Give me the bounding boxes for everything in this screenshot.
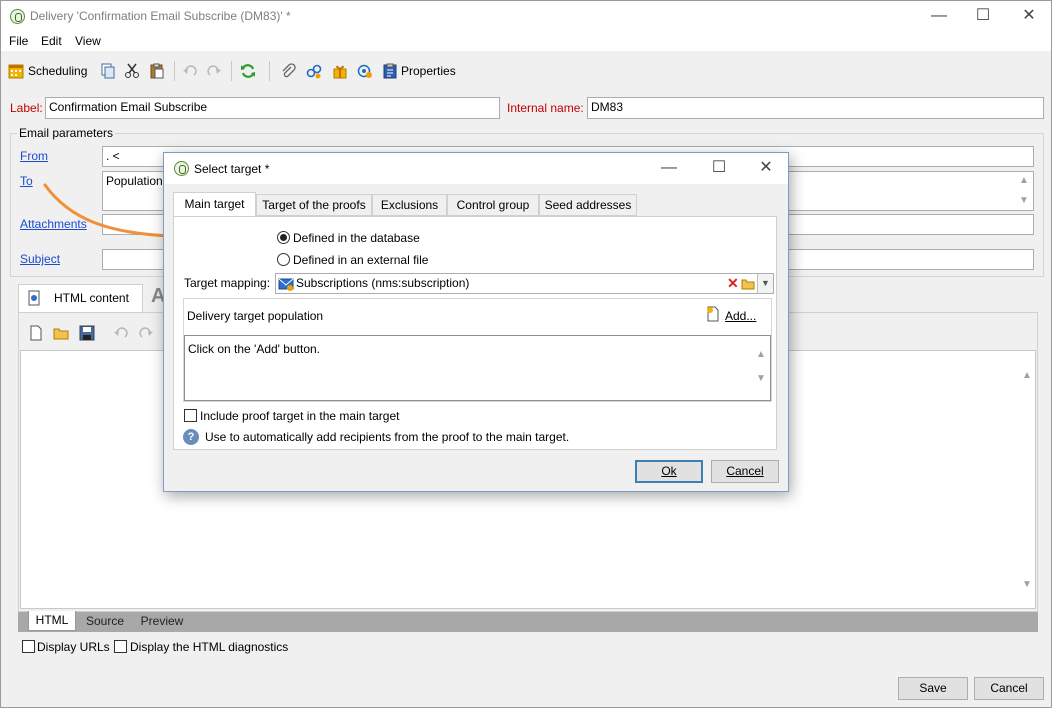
radio-defined-in-database[interactable] [277,231,290,244]
close-button[interactable]: ✕ [1014,5,1044,27]
internal-name-input[interactable]: DM83 [587,97,1044,119]
info-text: Use to automatically add recipients from… [205,430,570,444]
tab-source[interactable]: Source [79,614,131,628]
tab-html[interactable]: HTML [28,611,76,631]
tab-html-content-label: HTML content [54,291,129,305]
population-title: Delivery target population [187,309,324,323]
editor-redo-icon[interactable] [138,325,154,341]
display-html-diag-checkbox[interactable] [114,640,127,653]
menu-file[interactable]: File [9,34,28,48]
delivery-target-population-group: Delivery target population Add... Click … [183,298,772,402]
population-list[interactable]: Click on the 'Add' button. ▲ ▼ [184,335,771,401]
toolbar-separator [231,61,232,81]
title-bar: Delivery 'Confirmation Email Subscribe (… [1,1,1051,32]
target-mapping-combobox[interactable]: Subscriptions (nms:subscription) ✕ ▼ [275,273,774,294]
link-icon[interactable] [306,63,322,79]
toolbar: Scheduling Properties [1,57,1051,85]
editor-scroll-down-icon[interactable]: ▼ [1021,580,1033,590]
target-mapping-value: Subscriptions (nms:subscription) [296,276,470,290]
radio-defined-in-external-file[interactable] [277,253,290,266]
ok-button[interactable]: Ok [635,460,703,483]
radio-defined-in-database-label: Defined in the database [293,231,420,245]
population-hint: Click on the 'Add' button. [188,342,320,356]
menu-edit[interactable]: Edit [41,34,62,48]
refresh-icon[interactable] [240,63,256,79]
main-target-panel: Defined in the database Defined in an ex… [173,216,777,450]
email-parameters-title: Email parameters [17,126,116,140]
dialog-minimize-button[interactable]: — [654,157,684,179]
paste-icon[interactable] [149,63,165,79]
properties-icon[interactable] [382,63,398,79]
mapping-dropdown-chevron-down-icon[interactable]: ▼ [757,274,773,293]
toolbar-separator [269,61,270,81]
open-folder-icon[interactable] [53,325,69,341]
internal-name-caption: Internal name: [507,101,584,115]
population-scroll-down-icon[interactable]: ▼ [755,374,767,384]
tab-target-of-proofs[interactable]: Target of the proofs [256,194,372,216]
menu-view[interactable]: View [75,34,101,48]
tab-seed-addresses[interactable]: Seed addresses [539,194,637,216]
dialog-title: Select target * [194,162,270,176]
subject-link[interactable]: Subject [20,252,60,266]
save-button[interactable]: Save [898,677,968,700]
from-link[interactable]: From [20,149,48,163]
window-title: Delivery 'Confirmation Email Subscribe (… [30,9,291,23]
dialog-maximize-button[interactable]: ☐ [704,157,734,179]
to-scroll-up-icon[interactable]: ▲ [1018,176,1030,186]
cancel-button[interactable]: Cancel [974,677,1044,700]
maximize-button[interactable]: ☐ [968,5,998,27]
include-proof-checkbox[interactable] [184,409,197,422]
undo-icon[interactable] [182,63,198,79]
html-document-icon [28,290,40,306]
population-scroll-up-icon[interactable]: ▲ [755,350,767,360]
calendar-icon[interactable] [8,63,24,79]
add-document-icon[interactable] [706,306,720,322]
radio-defined-in-external-file-label: Defined in an external file [293,253,429,267]
to-link[interactable]: To [20,174,33,188]
properties-button[interactable]: Properties [401,64,456,78]
info-question-icon: ? [183,429,199,445]
minimize-button[interactable]: — [924,5,954,27]
target-icon[interactable] [357,63,373,79]
tab-html-content[interactable]: HTML content [18,284,143,312]
browse-folder-icon[interactable] [741,277,755,290]
display-urls-label: Display URLs [37,640,110,654]
menu-bar: File Edit View [1,32,1051,51]
add-link[interactable]: Add... [725,309,756,323]
scheduling-button[interactable]: Scheduling [28,64,87,78]
display-html-diag-label: Display the HTML diagnostics [130,640,289,654]
include-proof-label: Include proof target in the main target [200,409,400,423]
gift-icon[interactable] [332,63,348,79]
label-input[interactable]: Confirmation Email Subscribe [45,97,500,119]
to-scroll-down-icon[interactable]: ▼ [1018,196,1030,206]
tab-exclusions[interactable]: Exclusions [372,194,447,216]
redo-icon[interactable] [206,63,222,79]
label-caption: Label: [10,101,43,115]
save-icon[interactable] [79,325,95,341]
editor-scroll-up-icon[interactable]: ▲ [1021,371,1033,381]
toolbar-separator [174,61,175,81]
tab-main-target[interactable]: Main target [173,192,256,217]
tab-preview[interactable]: Preview [134,614,190,628]
app-icon [10,9,25,24]
subscription-envelope-icon [278,278,294,291]
dialog-app-icon [174,161,189,176]
cut-icon[interactable] [124,63,140,79]
copy-icon[interactable] [100,63,116,79]
tab-control-group[interactable]: Control group [447,194,539,216]
dialog-title-bar: Select target * — ☐ ✕ [164,153,788,184]
clear-mapping-icon[interactable]: ✕ [727,275,739,292]
select-target-dialog: Select target * — ☐ ✕ Main target Target… [163,152,789,492]
dialog-cancel-button[interactable]: Cancel [711,460,779,483]
target-mapping-caption: Target mapping: [184,276,271,290]
new-document-icon[interactable] [28,325,44,341]
attachment-icon[interactable] [280,63,296,79]
display-urls-checkbox[interactable] [22,640,35,653]
dialog-close-button[interactable]: ✕ [751,157,781,179]
editor-undo-icon[interactable] [113,325,129,341]
